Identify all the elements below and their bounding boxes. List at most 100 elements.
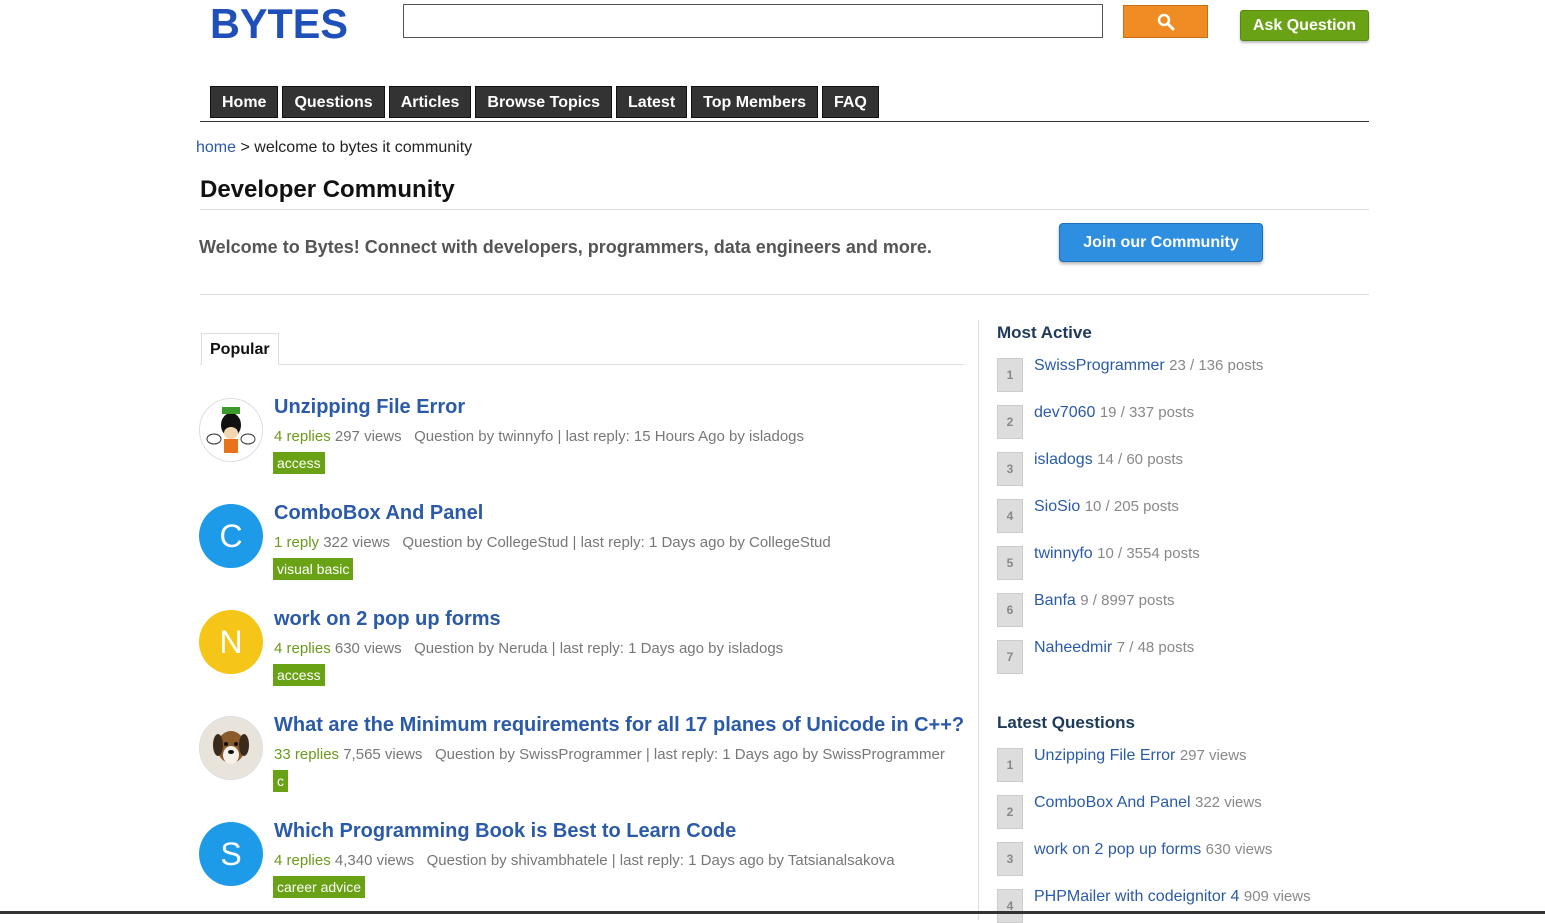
avatar-letter: C: [219, 517, 243, 554]
ask-question-button[interactable]: Ask Question: [1240, 10, 1369, 41]
tab-popular[interactable]: Popular: [201, 333, 279, 365]
question-replies[interactable]: 4 replies: [274, 852, 331, 869]
question-meta: 1 reply 322 views Question by CollegeStu…: [274, 534, 831, 551]
search-input[interactable]: [403, 4, 1103, 38]
tab-divider: [200, 364, 964, 365]
question-row: N work on 2 pop up forms 4 replies 630 v…: [199, 608, 969, 700]
breadcrumb-current: welcome to bytes it community: [254, 139, 473, 156]
rank-badge: 1: [997, 748, 1023, 782]
avatar-letter: N: [219, 623, 243, 660]
member-link[interactable]: isladogs: [1034, 451, 1093, 468]
member-post-count: 10 / 205 posts: [1084, 498, 1179, 515]
question-row: C ComboBox And Panel 1 reply 322 views Q…: [199, 502, 969, 594]
nav-home[interactable]: Home: [210, 86, 279, 118]
rank-badge: 3: [997, 452, 1023, 486]
breadcrumb-separator: >: [240, 139, 250, 156]
question-tag[interactable]: access: [273, 452, 325, 474]
question-meta: 4 replies 297 views Question by twinnyfo…: [274, 428, 804, 445]
question-title[interactable]: work on 2 pop up forms: [274, 608, 501, 631]
avatar[interactable]: C: [199, 504, 263, 568]
latest-question-item: 2 ComboBox And Panel 322 views: [997, 791, 1262, 829]
most-active-item: 4 SioSio 10 / 205 posts: [997, 495, 1179, 533]
avatar[interactable]: [199, 716, 263, 780]
nav-latest[interactable]: Latest: [616, 86, 688, 118]
question-by: Question by shivambhatele | last reply: …: [426, 852, 895, 869]
search-icon: [1157, 13, 1174, 30]
question-row: Unzipping File Error 4 replies 297 views…: [199, 396, 969, 488]
nav-top-members[interactable]: Top Members: [691, 86, 818, 118]
question-meta: 4 replies 4,340 views Question by shivam…: [274, 852, 895, 869]
question-title[interactable]: Which Programming Book is Best to Learn …: [274, 820, 736, 843]
rank-badge: 7: [997, 640, 1023, 674]
rank-badge: 4: [997, 889, 1023, 923]
latest-question-views: 909 views: [1243, 888, 1311, 905]
goofy-avatar-icon: [200, 399, 262, 461]
question-title[interactable]: ComboBox And Panel: [274, 502, 483, 525]
logo-text: BYTES: [210, 4, 348, 44]
question-replies[interactable]: 33 replies: [274, 746, 339, 763]
question-views: 7,565 views: [343, 746, 423, 763]
welcome-divider: [200, 294, 1369, 295]
avatar-letter: S: [220, 835, 242, 872]
question-title[interactable]: What are the Minimum requirements for al…: [274, 714, 964, 737]
question-views: 630 views: [334, 640, 402, 657]
rank-badge: 1: [997, 358, 1023, 392]
member-link[interactable]: Banfa: [1034, 592, 1076, 609]
breadcrumb-home-link[interactable]: home: [196, 139, 236, 156]
question-replies[interactable]: 1 reply: [274, 534, 319, 551]
join-community-button[interactable]: Join our Community: [1059, 223, 1263, 262]
latest-question-link[interactable]: work on 2 pop up forms: [1034, 841, 1201, 858]
question-title[interactable]: Unzipping File Error: [274, 396, 465, 419]
search-button[interactable]: [1123, 5, 1208, 38]
nav-articles[interactable]: Articles: [388, 86, 472, 118]
most-active-heading: Most Active: [997, 323, 1092, 342]
latest-question-link[interactable]: PHPMailer with codeignitor 4: [1034, 888, 1239, 905]
question-tag[interactable]: c: [273, 770, 288, 792]
question-views: 4,340 views: [334, 852, 415, 869]
avatar[interactable]: N: [199, 610, 263, 674]
nav-faq[interactable]: FAQ: [821, 86, 879, 118]
member-post-count: 19 / 337 posts: [1099, 404, 1195, 421]
member-post-count: 7 / 48 posts: [1116, 639, 1195, 656]
nav-questions[interactable]: Questions: [282, 86, 385, 118]
rank-badge: 5: [997, 546, 1023, 580]
bytes-logo[interactable]: BYTES: [210, 4, 350, 44]
avatar[interactable]: [199, 398, 263, 462]
latest-questions-heading: Latest Questions: [997, 713, 1135, 732]
dog-avatar-icon: [200, 717, 262, 779]
question-tag[interactable]: access: [273, 664, 325, 686]
page-title: Developer Community: [200, 176, 455, 203]
question-views: 297 views: [334, 428, 402, 445]
latest-question-link[interactable]: ComboBox And Panel: [1034, 794, 1191, 811]
member-link[interactable]: Naheedmir: [1034, 639, 1112, 656]
question-replies[interactable]: 4 replies: [274, 640, 331, 657]
member-link[interactable]: twinnyfo: [1034, 545, 1093, 562]
welcome-text: Welcome to Bytes! Connect with developer…: [199, 237, 932, 257]
rank-badge: 6: [997, 593, 1023, 627]
nav-browse-topics[interactable]: Browse Topics: [475, 86, 613, 118]
most-active-item: 2 dev7060 19 / 337 posts: [997, 401, 1195, 439]
member-post-count: 9 / 8997 posts: [1080, 592, 1175, 609]
question-tag[interactable]: career advice: [273, 876, 366, 898]
most-active-item: 6 Banfa 9 / 8997 posts: [997, 589, 1175, 627]
member-link[interactable]: SwissProgrammer: [1034, 357, 1165, 374]
breadcrumb: home > welcome to bytes it community: [196, 139, 472, 157]
rank-badge: 3: [997, 842, 1023, 876]
most-active-item: 5 twinnyfo 10 / 3554 posts: [997, 542, 1200, 580]
question-tag[interactable]: visual basic: [273, 558, 354, 580]
latest-question-views: 297 views: [1179, 747, 1247, 764]
question-by: Question by SwissProgrammer | last reply…: [434, 746, 945, 763]
question-meta: 33 replies 7,565 views Question by Swiss…: [274, 746, 945, 763]
site-header: BYTES Ask Question: [0, 0, 1545, 60]
question-replies[interactable]: 4 replies: [274, 428, 331, 445]
latest-question-link[interactable]: Unzipping File Error: [1034, 747, 1175, 764]
column-divider: [978, 320, 979, 920]
rank-badge: 2: [997, 795, 1023, 829]
member-link[interactable]: dev7060: [1034, 404, 1095, 421]
avatar[interactable]: S: [199, 822, 263, 886]
most-active-item: 1 SwissProgrammer 23 / 136 posts: [997, 354, 1263, 392]
most-active-item: 7 Naheedmir 7 / 48 posts: [997, 636, 1195, 674]
question-by: Question by Neruda | last reply: 1 Days …: [414, 640, 784, 657]
question-meta: 4 replies 630 views Question by Neruda |…: [274, 640, 783, 657]
member-link[interactable]: SioSio: [1034, 498, 1080, 515]
